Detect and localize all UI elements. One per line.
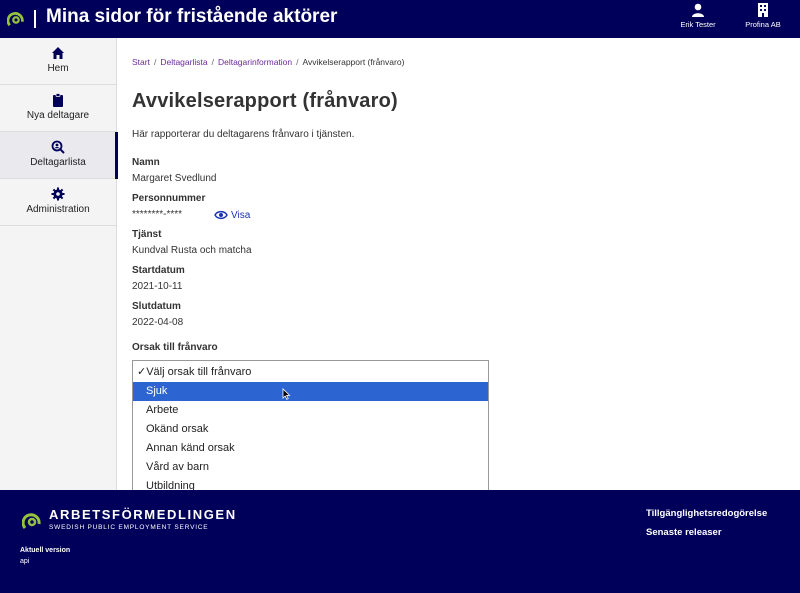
sidebar-item-hem[interactable]: Hem — [0, 38, 116, 85]
footer-brand-subtitle: SWEDISH PUBLIC EMPLOYMENT SERVICE — [49, 524, 209, 531]
sidebar-item-label: Administration — [26, 204, 90, 215]
version-value: api — [20, 558, 30, 565]
eye-icon — [214, 210, 228, 220]
header-divider — [34, 10, 36, 28]
sidebar-item-administration[interactable]: Administration — [0, 179, 116, 226]
organisation-menu[interactable]: Profina AB — [740, 3, 786, 29]
startdate-value: 2021-10-11 — [132, 281, 183, 292]
dropdown-option-label: Sjuk — [146, 385, 168, 397]
name-label: Namn — [132, 157, 160, 168]
home-icon — [52, 47, 64, 59]
breadcrumb-deltagarlista[interactable]: Deltagarlista — [160, 57, 207, 67]
enddate-label: Slutdatum — [132, 301, 181, 312]
sidebar-item-deltagarlista[interactable]: Deltagarlista — [0, 132, 118, 179]
user-icon — [692, 3, 704, 17]
enddate-value: 2022-04-08 — [132, 317, 184, 328]
dropdown-option-annan-kand-orsak[interactable]: Annan känd orsak — [133, 439, 488, 458]
name-value: Margaret Svedlund — [132, 173, 217, 184]
gear-icon — [51, 187, 65, 201]
building-icon — [758, 3, 768, 17]
dropdown-option-okand-orsak[interactable]: Okänd orsak — [133, 420, 488, 439]
search-user-icon — [51, 140, 65, 154]
af-logo-icon[interactable] — [7, 10, 25, 28]
af-logo-icon — [22, 513, 41, 529]
user-menu[interactable]: Erik Tester — [676, 3, 720, 29]
personnummer-label: Personnummer — [132, 193, 206, 204]
breadcrumb-start[interactable]: Start — [132, 57, 150, 67]
sidebar-item-label: Deltagarlista — [30, 157, 86, 168]
personnummer-value: ********-**** — [132, 209, 183, 220]
footer-link-accessibility[interactable]: Tillgänglighetsredogörelse — [646, 508, 767, 519]
breadcrumb: Start / Deltagarlista / Deltagarinformation /… — [132, 57, 404, 67]
dropdown-option-sjuk[interactable]: Sjuk — [133, 382, 488, 401]
top-header: Mina sidor för fristående aktörer Erik T… — [0, 0, 800, 38]
service-label: Tjänst — [132, 229, 162, 240]
show-personnummer-button[interactable]: Visa — [214, 210, 250, 221]
breadcrumb-separator: / — [296, 57, 299, 67]
absence-reason-dropdown[interactable]: ✓Välj orsak till frånvaro Sjuk Arbete Ok… — [132, 360, 489, 499]
dropdown-option-arbete[interactable]: Arbete — [133, 401, 488, 420]
version-label: Aktuell version — [20, 547, 71, 554]
dropdown-option-vard-av-barn[interactable]: Vård av barn — [133, 458, 488, 477]
sidebar-item-label: Hem — [47, 63, 69, 74]
sidebar-item-label: Nya deltagare — [26, 110, 90, 121]
page-title: Avvikelserapport (frånvaro) — [132, 90, 398, 112]
sidebar-item-nya-deltagare[interactable]: Nya deltagare — [0, 85, 116, 132]
absence-reason-label: Orsak till frånvaro — [132, 342, 218, 353]
breadcrumb-deltagarinformation[interactable]: Deltagarinformation — [218, 57, 292, 67]
user-name: Erik Tester — [680, 20, 716, 29]
dropdown-option-placeholder[interactable]: ✓Välj orsak till frånvaro — [133, 363, 488, 382]
startdate-label: Startdatum — [132, 265, 185, 276]
breadcrumb-current: Avvikelserapport (frånvaro) — [302, 57, 405, 67]
mouse-pointer-icon — [282, 388, 291, 400]
page-footer: ARBETSFÖRMEDLINGEN SWEDISH PUBLIC EMPLOY… — [0, 490, 800, 593]
breadcrumb-separator: / — [153, 57, 157, 67]
breadcrumb-separator: / — [211, 57, 214, 67]
organisation-name: Profina AB — [745, 20, 781, 29]
show-button-label: Visa — [231, 210, 251, 221]
service-value: Kundval Rusta och matcha — [132, 245, 252, 256]
footer-link-releases[interactable]: Senaste releaser — [646, 527, 722, 538]
sidebar: Hem Nya deltagare Deltagarlista Administ… — [0, 38, 118, 490]
app-title: Mina sidor för fristående aktörer — [46, 6, 338, 27]
clipboard-icon — [53, 93, 63, 107]
page-intro: Här rapporterar du deltagarens frånvaro … — [132, 129, 355, 140]
footer-brand-name: ARBETSFÖRMEDLINGEN — [49, 507, 237, 522]
